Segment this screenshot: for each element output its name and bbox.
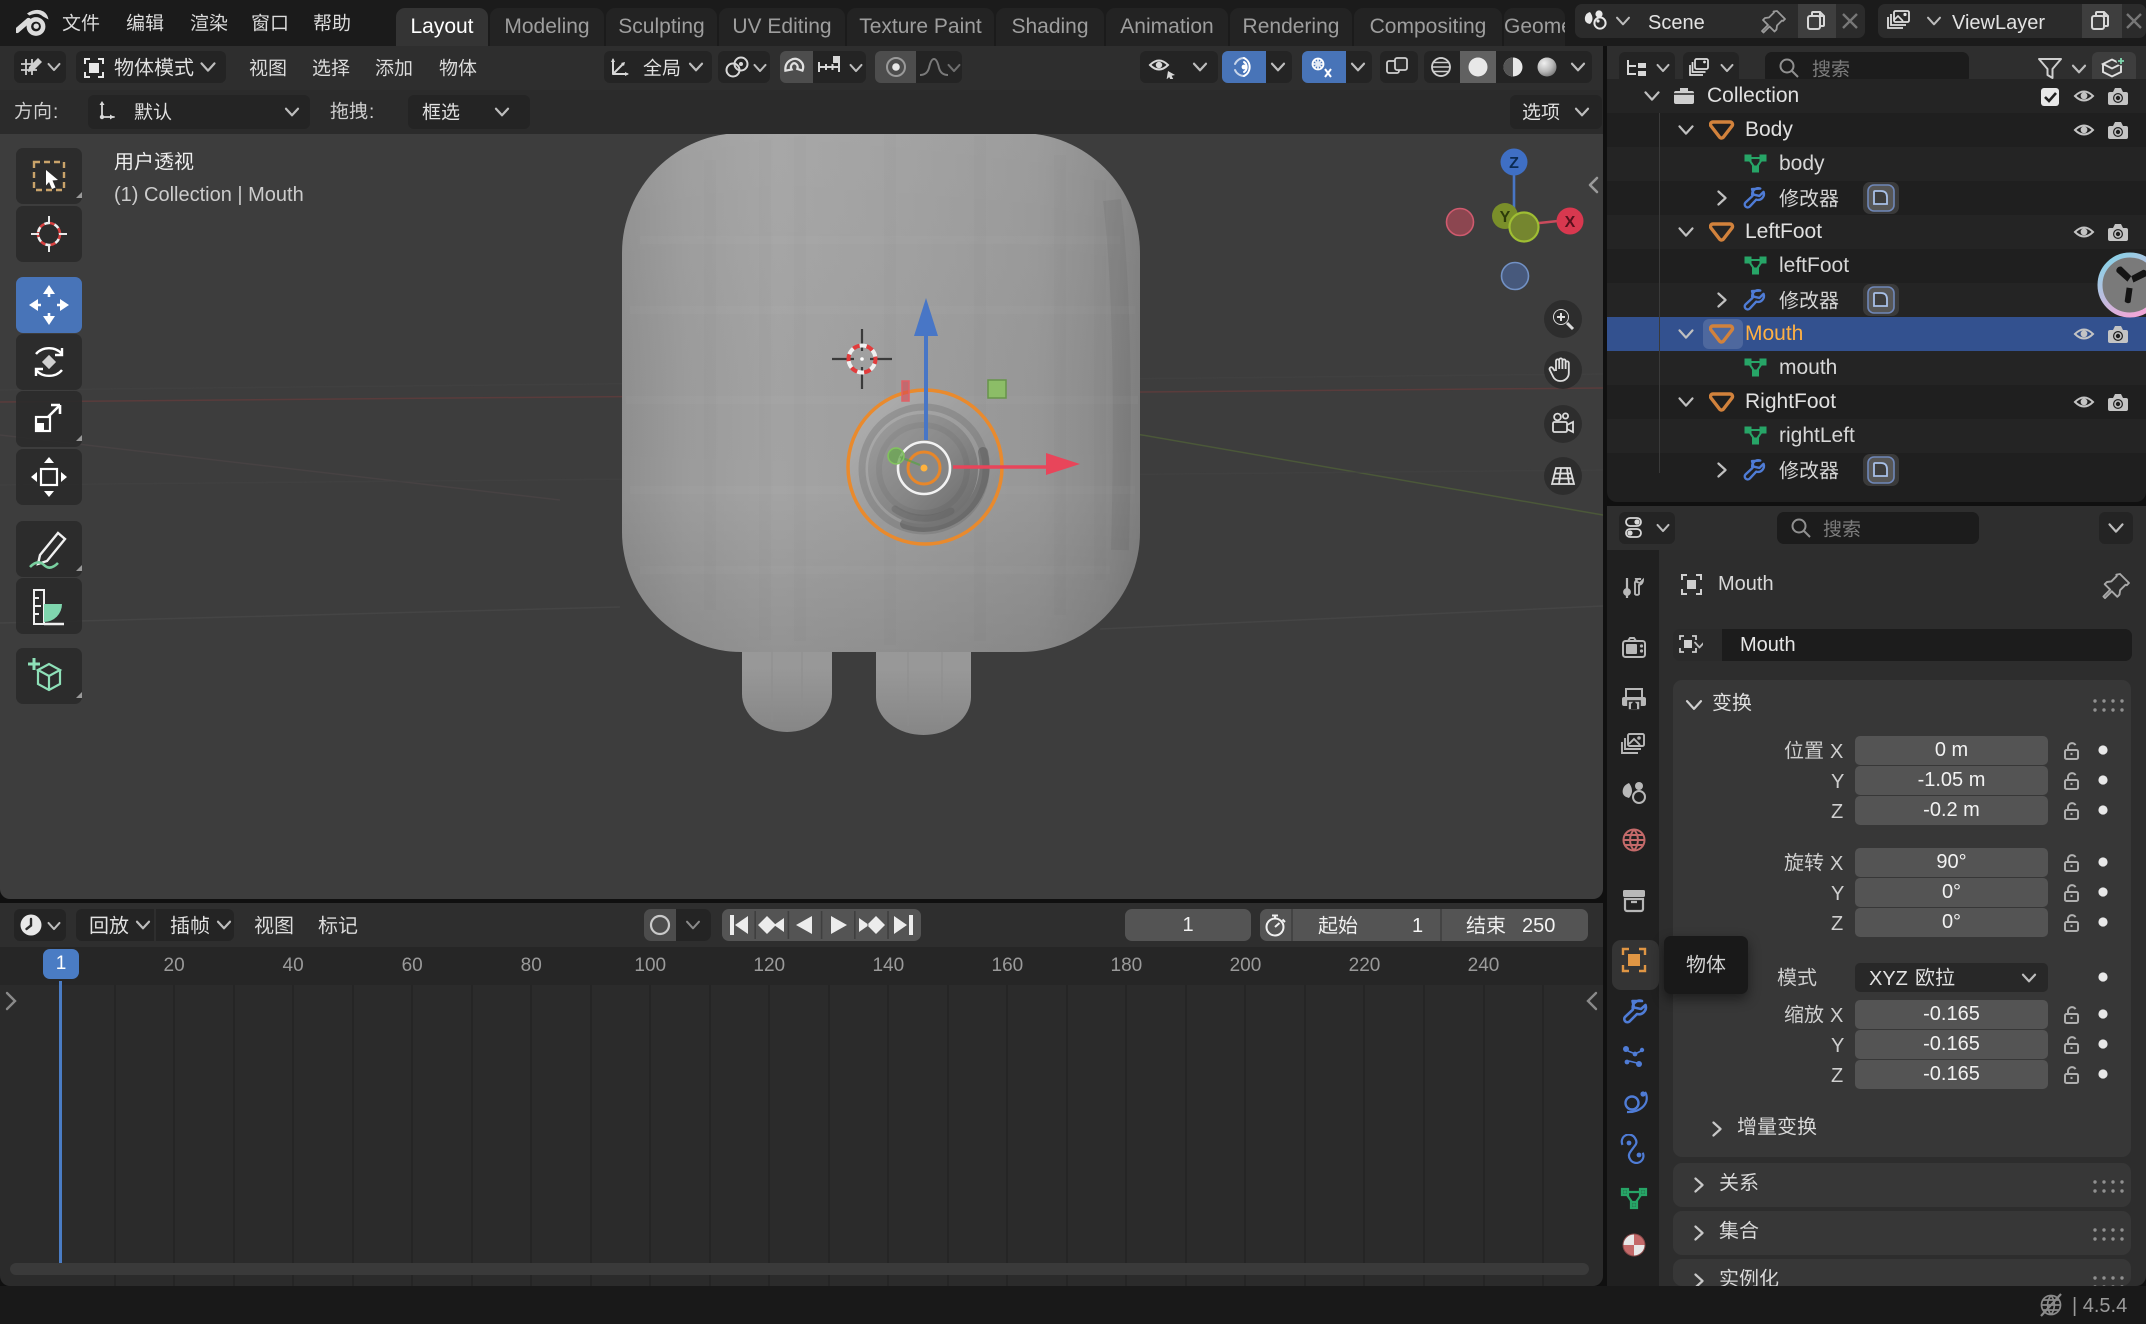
- svg-text:X: X: [1565, 214, 1576, 231]
- svg-text:Z: Z: [1509, 155, 1519, 172]
